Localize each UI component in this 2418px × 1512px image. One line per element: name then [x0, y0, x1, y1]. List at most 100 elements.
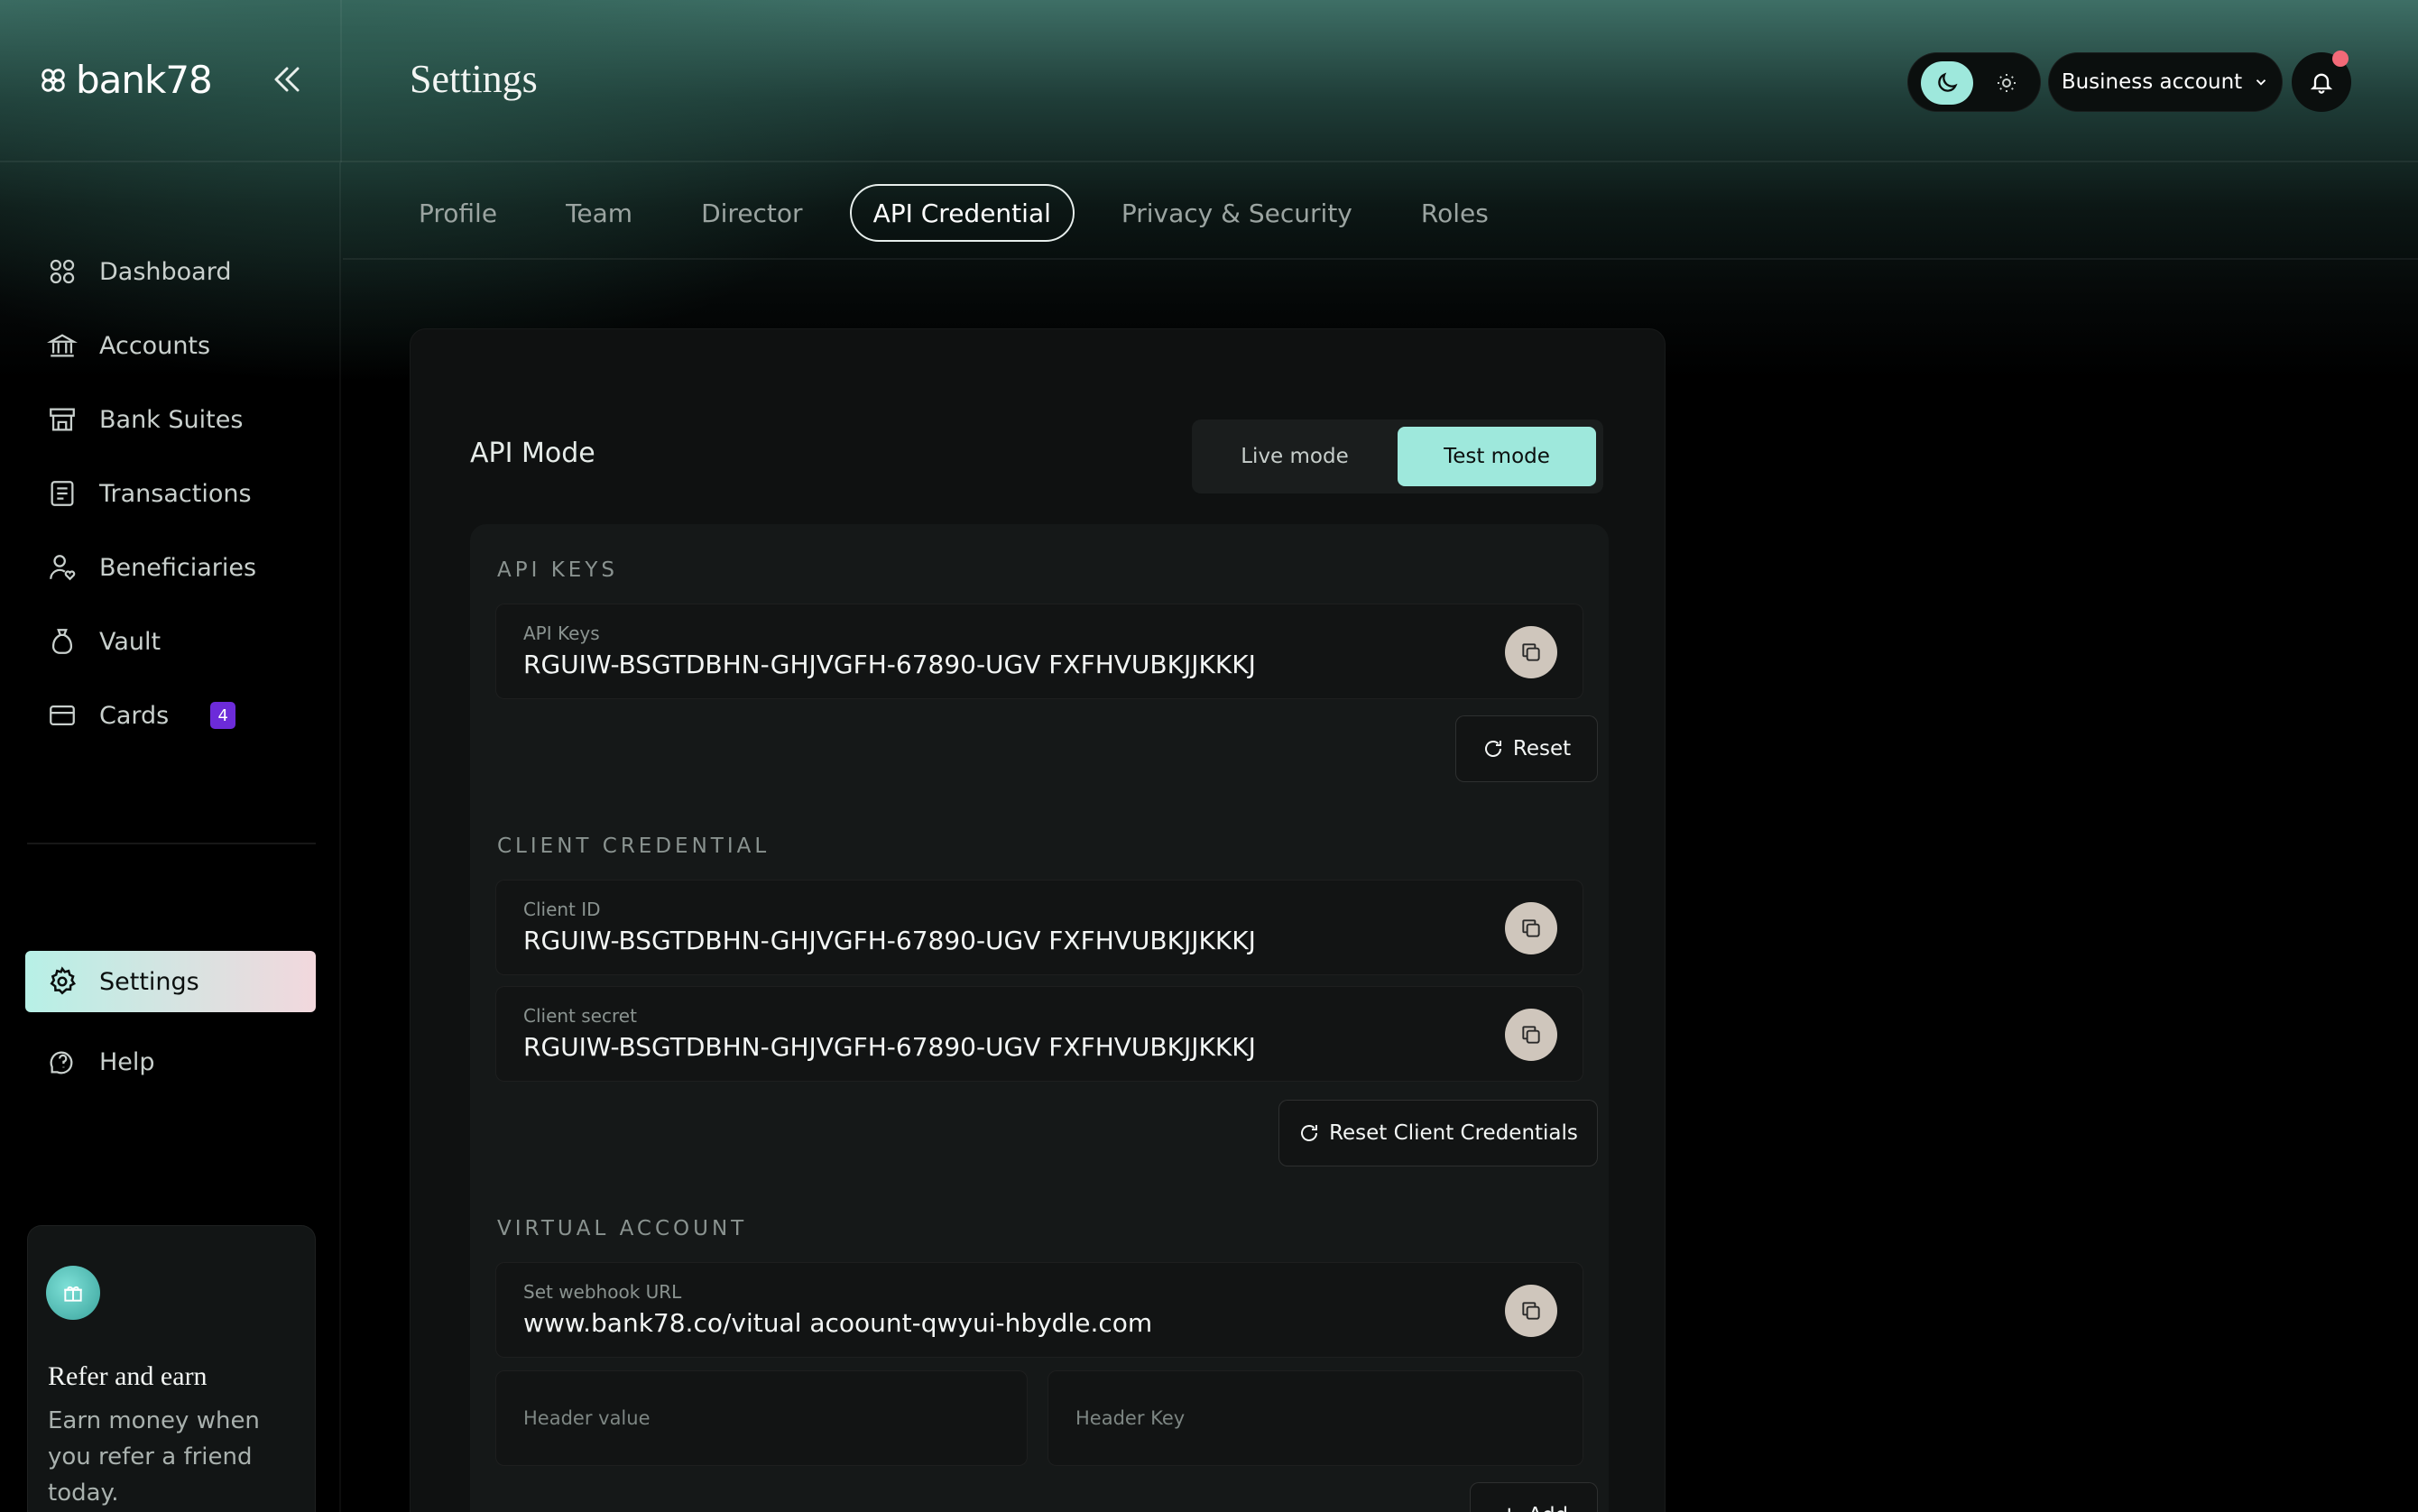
card-icon	[50, 705, 75, 726]
test-mode-button[interactable]: Test mode	[1398, 427, 1596, 486]
sidebar-item-cards[interactable]: Cards 4	[25, 678, 316, 752]
copy-client-secret-button[interactable]	[1505, 1009, 1557, 1061]
sidebar-divider	[27, 843, 316, 844]
header-key-placeholder: Header Key	[1075, 1407, 1186, 1429]
sidebar-item-accounts[interactable]: Accounts	[25, 309, 316, 383]
tab-team[interactable]: Team	[544, 184, 654, 242]
brand-logo[interactable]: bank78	[38, 58, 213, 102]
api-mode-label: API Mode	[470, 438, 595, 469]
webhook-url-value: www.bank78.co/vitual acoount-qwyui-hbydl…	[523, 1308, 1153, 1338]
client-id-field: Client ID RGUIW-BSGTDBHN-GHJVGFH-67890-U…	[495, 880, 1583, 975]
client-id-label: Client ID	[523, 899, 601, 920]
tab-privacy-security[interactable]: Privacy & Security	[1100, 184, 1374, 242]
refer-title: Refer and earn	[48, 1361, 208, 1391]
tab-api-credential[interactable]: API Credential	[849, 184, 1075, 242]
sidebar-item-label: Vault	[99, 627, 162, 656]
header-key-input[interactable]: Header Key	[1047, 1370, 1583, 1466]
bell-icon	[2310, 73, 2333, 94]
client-credential-section-label: CLIENT CREDENTIAL	[497, 834, 771, 858]
add-header-button[interactable]: + Add	[1470, 1482, 1598, 1512]
copy-icon	[1522, 643, 1540, 661]
light-mode-button[interactable]	[1991, 68, 2022, 98]
copy-icon	[1522, 919, 1540, 937]
cards-count-badge: 4	[210, 702, 236, 729]
logo-icon	[42, 68, 65, 92]
api-keys-section-label: API KEYS	[497, 558, 618, 582]
reset-client-label: Reset Client Credentials	[1329, 1121, 1578, 1145]
copy-webhook-url-button[interactable]	[1505, 1285, 1557, 1337]
virtual-account-section-label: VIRTUAL ACCOUNT	[497, 1217, 748, 1240]
bag-icon	[51, 629, 73, 654]
add-label: Add	[1528, 1504, 1569, 1512]
notification-dot	[2332, 51, 2349, 67]
sidebar-item-bank-suites[interactable]: Bank Suites	[25, 383, 316, 456]
api-mode-switch: Live mode Test mode	[1192, 419, 1603, 493]
sidebar-item-vault[interactable]: Vault	[25, 604, 316, 678]
settings-tabs: Profile Team Director API Credential Pri…	[397, 184, 1536, 242]
app-root: bank78 Settings Business account Dashboa…	[0, 0, 2418, 1512]
sun-icon	[1998, 74, 2016, 92]
account-label: Business account	[2061, 70, 2243, 94]
brand-name: bank78	[76, 58, 213, 102]
webhook-url-field[interactable]: Set webhook URL www.bank78.co/vitual aco…	[495, 1262, 1583, 1358]
chevron-down-icon	[2256, 79, 2266, 86]
client-secret-label: Client secret	[523, 1005, 637, 1027]
plus-icon: +	[1500, 1502, 1519, 1512]
sidebar-item-transactions[interactable]: Transactions	[25, 456, 316, 530]
collapse-sidebar-button[interactable]	[271, 61, 303, 97]
copy-icon	[1522, 1026, 1540, 1044]
sidebar-item-label: Cards	[99, 701, 170, 730]
sidebar-item-settings[interactable]: Settings	[25, 951, 316, 1012]
tab-profile[interactable]: Profile	[397, 184, 519, 242]
header-row: Header value Header Key	[495, 1370, 1583, 1466]
refresh-icon	[1484, 741, 1501, 757]
sidebar-item-dashboard[interactable]: Dashboard	[25, 235, 316, 309]
sidebar-item-label: Help	[99, 1047, 155, 1076]
client-secret-value: RGUIW-BSGTDBHN-GHJVGFH-67890-UGV FXFHVUB…	[523, 1032, 1256, 1062]
sidebar-item-label: Bank Suites	[99, 405, 244, 434]
chevrons-left-icon	[274, 67, 300, 92]
reset-api-key-button[interactable]: Reset	[1455, 715, 1598, 782]
webhook-url-label: Set webhook URL	[523, 1281, 682, 1303]
dark-mode-button[interactable]	[1921, 61, 1973, 105]
header-value-placeholder: Header value	[523, 1407, 651, 1429]
copy-icon	[1522, 1302, 1540, 1320]
sidebar-item-beneficiaries[interactable]: Beneficiaries	[25, 530, 316, 604]
sidebar-item-label: Beneficiaries	[99, 553, 257, 582]
client-secret-field: Client secret RGUIW-BSGTDBHN-GHJVGFH-678…	[495, 986, 1583, 1082]
theme-toggle[interactable]	[1907, 52, 2041, 112]
api-credential-panel: API Mode Live mode Test mode API KEYS AP…	[410, 328, 1666, 1512]
tab-roles[interactable]: Roles	[1399, 184, 1510, 242]
account-switcher[interactable]: Business account	[2048, 52, 2283, 112]
refer-card[interactable]: Refer and earn Earn money when you refer…	[27, 1225, 316, 1512]
header-value-input[interactable]: Header value	[495, 1370, 1028, 1466]
copy-client-id-button[interactable]	[1505, 902, 1557, 954]
help-icon	[50, 1051, 73, 1074]
tabs-divider	[343, 258, 2418, 260]
credentials-container: API KEYS API Keys RGUIW-BSGTDBHN-GHJVGFH…	[470, 524, 1609, 1512]
sidebar-item-label: Accounts	[99, 331, 211, 360]
sidebar-item-label: Settings	[99, 967, 199, 996]
store-icon	[50, 408, 75, 431]
gear-icon	[50, 966, 77, 995]
sidebar-item-label: Dashboard	[99, 257, 232, 286]
moon-icon	[1938, 72, 1958, 92]
sidebar: Dashboard Accounts Bank Suites Transacti…	[0, 162, 341, 1512]
receipt-icon	[51, 481, 74, 506]
sidebar-item-help[interactable]: Help	[25, 1025, 316, 1099]
copy-api-key-button[interactable]	[1505, 626, 1557, 678]
top-bar: bank78 Settings Business account	[0, 0, 2418, 162]
live-mode-button[interactable]: Live mode	[1192, 427, 1398, 486]
user-heart-icon	[50, 555, 76, 581]
refer-body: Earn money when you refer a friend today…	[48, 1407, 260, 1507]
secondary-nav: Settings Help	[25, 951, 316, 1099]
api-key-value: RGUIW-BSGTDBHN-GHJVGFH-67890-UGV FXFHVUB…	[523, 650, 1256, 679]
refresh-icon	[1301, 1125, 1318, 1141]
main-nav: Dashboard Accounts Bank Suites Transacti…	[25, 235, 316, 752]
reset-client-credentials-button[interactable]: Reset Client Credentials	[1278, 1100, 1598, 1166]
tab-director[interactable]: Director	[679, 184, 824, 242]
reset-label: Reset	[1512, 737, 1572, 761]
grid-icon	[50, 259, 75, 284]
api-key-field: API Keys RGUIW-BSGTDBHN-GHJVGFH-67890-UG…	[495, 604, 1583, 699]
sidebar-item-label: Transactions	[99, 479, 252, 508]
